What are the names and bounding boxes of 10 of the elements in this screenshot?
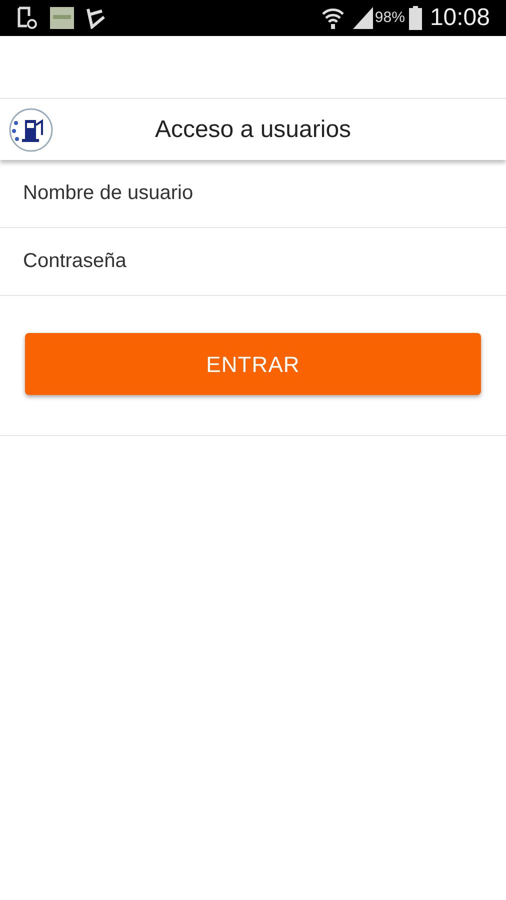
battery-percent: 98% (374, 8, 405, 28)
login-button[interactable]: ENTRAR (25, 333, 481, 395)
wifi-icon (320, 6, 345, 30)
app-icon (50, 7, 74, 29)
logo-icon (8, 106, 54, 152)
screen-title: Acceso a usuarios (154, 114, 352, 144)
clock-time: 10:08 (430, 3, 490, 33)
battery-icon (408, 6, 422, 30)
device-clock-icon (16, 6, 38, 30)
signal-icon (352, 7, 373, 29)
